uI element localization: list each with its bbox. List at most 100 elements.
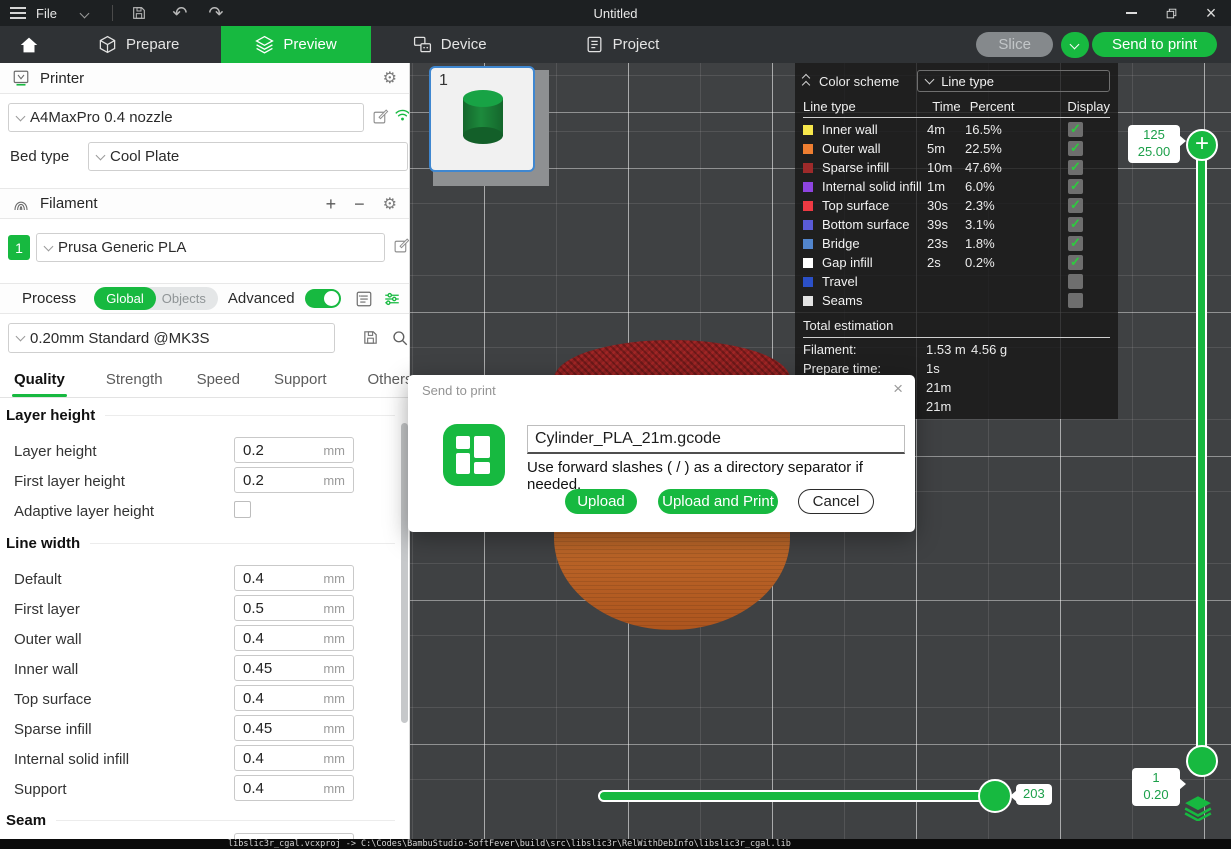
line-width-first-layer-input[interactable]: 0.5mm <box>234 595 354 621</box>
filament-edit-icon[interactable] <box>393 237 410 254</box>
layer-slider-track[interactable] <box>1196 145 1207 761</box>
display-checkbox[interactable]: ✓ <box>1068 255 1083 270</box>
layer-slider-bottom-handle[interactable] <box>1186 745 1218 777</box>
setting-label: Inner wall <box>14 661 78 678</box>
group-seam: Seam <box>6 812 395 829</box>
tab-quality[interactable]: Quality <box>14 371 65 388</box>
setting-label: First layer <box>14 601 80 618</box>
home-button[interactable] <box>0 26 58 63</box>
filament-preset-select[interactable]: Prusa Generic PLA <box>36 233 385 262</box>
setting-label: Support <box>14 781 67 798</box>
slice-button[interactable]: Slice <box>976 32 1053 57</box>
legend-panel: Color scheme Line type Line type Time Pe… <box>795 63 1118 419</box>
move-slider-tooltip: 203 <box>1016 784 1052 805</box>
toggle-global[interactable]: Global <box>94 287 156 310</box>
first-layer-height-input[interactable]: 0.2mm <box>234 467 354 493</box>
line-width-inner-wall-input[interactable]: 0.45mm <box>234 655 354 681</box>
app-window: File ↶ ↷ Untitled × Prepare <box>0 0 1231 849</box>
save-preset-icon[interactable] <box>362 329 379 346</box>
upload-button[interactable]: Upload <box>565 489 637 514</box>
printer-icon <box>12 69 30 87</box>
toggle-objects[interactable]: Objects <box>156 291 218 306</box>
process-preset-select[interactable]: 0.20mm Standard @MK3S <box>8 323 335 353</box>
panel-scrollbar[interactable] <box>401 423 408 723</box>
advanced-toggle[interactable] <box>305 289 341 308</box>
line-width-default-input[interactable]: 0.4mm <box>234 565 354 591</box>
setting-label: Outer wall <box>14 631 82 648</box>
tab-project[interactable]: Project <box>559 26 686 63</box>
thumbnail-cylinder-icon <box>463 90 503 142</box>
bed-type-select[interactable]: Cool Plate <box>88 142 408 171</box>
nav-bar: Prepare Preview Device Project Slice Sen… <box>0 26 1231 63</box>
adaptive-layer-height-checkbox[interactable] <box>234 501 251 518</box>
display-checkbox[interactable]: ✓ <box>1068 179 1083 194</box>
filament-slot-badge[interactable]: 1 <box>8 235 30 260</box>
line-width-sparse-infill-input[interactable]: 0.45mm <box>234 715 354 741</box>
global-objects-toggle[interactable]: Global Objects <box>94 287 218 310</box>
line-width-outer-wall-input[interactable]: 0.4mm <box>234 625 354 651</box>
tab-speed[interactable]: Speed <box>197 371 240 388</box>
legend-row: Gap infill2s0.2%✓ <box>803 253 1110 272</box>
minimize-button[interactable] <box>1111 0 1151 26</box>
search-icon[interactable] <box>391 329 409 347</box>
tab-device[interactable]: Device <box>387 26 513 63</box>
layers-icon[interactable] <box>1183 795 1213 821</box>
send-to-print-button[interactable]: Send to print <box>1092 32 1217 57</box>
display-checkbox[interactable]: ✓ <box>1068 122 1083 137</box>
setting-label: Sparse infill <box>14 721 92 738</box>
cube-icon <box>98 35 117 54</box>
close-button[interactable]: × <box>1191 0 1231 26</box>
move-slider-handle[interactable] <box>978 779 1012 813</box>
swatch-bridge <box>803 239 813 249</box>
tab-strength[interactable]: Strength <box>106 371 163 388</box>
printer-settings-gear-icon[interactable]: ⚙ <box>383 68 397 88</box>
color-scheme-select[interactable]: Line type <box>917 70 1110 92</box>
cancel-button[interactable]: Cancel <box>798 489 874 514</box>
swatch-inner-wall <box>803 125 813 135</box>
display-checkbox[interactable]: ✓ <box>1068 236 1083 251</box>
settings-panel: Printer ⚙ A4MaxPro 0.4 nozzle Bed type C… <box>0 63 410 839</box>
display-checkbox[interactable] <box>1068 293 1083 308</box>
tab-others[interactable]: Others <box>368 371 411 388</box>
filename-input[interactable]: Cylinder_PLA_21m.gcode <box>527 425 905 454</box>
plate-thumbnail-card[interactable]: 1 <box>429 66 535 172</box>
move-slider-track[interactable] <box>598 790 1010 802</box>
printer-preset-select[interactable]: A4MaxPro 0.4 nozzle <box>8 103 364 132</box>
legend-header: Line type Time Percent Display <box>803 96 1110 116</box>
legend-row: Inner wall4m16.5%✓ <box>803 120 1110 139</box>
setting-label: First layer height <box>14 473 125 490</box>
collapse-icon[interactable] <box>803 75 809 88</box>
line-width-internal-solid-input[interactable]: 0.4mm <box>234 745 354 771</box>
display-checkbox[interactable]: ✓ <box>1068 141 1083 156</box>
tune-icon[interactable] <box>383 290 401 308</box>
swatch-internal-solid <box>803 182 813 192</box>
legend-row: Seams <box>803 291 1110 310</box>
parameter-list-icon[interactable] <box>355 290 373 308</box>
tab-prepare[interactable]: Prepare <box>72 26 205 63</box>
device-icon <box>413 35 432 54</box>
line-width-support-input[interactable]: 0.4mm <box>234 775 354 801</box>
plate-thumbnail[interactable]: 1 <box>410 63 560 198</box>
send-options-chevron[interactable] <box>1061 32 1089 58</box>
printer-edit-icon[interactable] <box>372 108 389 125</box>
add-filament-button[interactable]: + <box>326 195 337 213</box>
process-tabs: Quality Strength Speed Support Others <box>0 362 409 398</box>
setting-label: Default <box>14 571 62 588</box>
display-checkbox[interactable]: ✓ <box>1068 160 1083 175</box>
layer-height-input[interactable]: 0.2mm <box>234 437 354 463</box>
layer-slider-top-handle[interactable]: + <box>1186 129 1218 161</box>
display-checkbox[interactable]: ✓ <box>1068 198 1083 213</box>
dialog-close-icon[interactable]: × <box>893 379 903 399</box>
tab-support[interactable]: Support <box>274 371 327 388</box>
remove-filament-button[interactable]: − <box>354 195 365 213</box>
tab-preview[interactable]: Preview <box>221 26 370 63</box>
line-width-top-surface-input[interactable]: 0.4mm <box>234 685 354 711</box>
printer-host-logo <box>443 424 505 486</box>
display-checkbox[interactable]: ✓ <box>1068 217 1083 232</box>
wifi-icon[interactable] <box>394 107 410 124</box>
display-checkbox[interactable] <box>1068 274 1083 289</box>
maximize-button[interactable] <box>1151 0 1191 26</box>
swatch-bottom-surface <box>803 220 813 230</box>
filament-settings-gear-icon[interactable]: ⚙ <box>383 194 397 214</box>
upload-and-print-button[interactable]: Upload and Print <box>658 489 778 514</box>
